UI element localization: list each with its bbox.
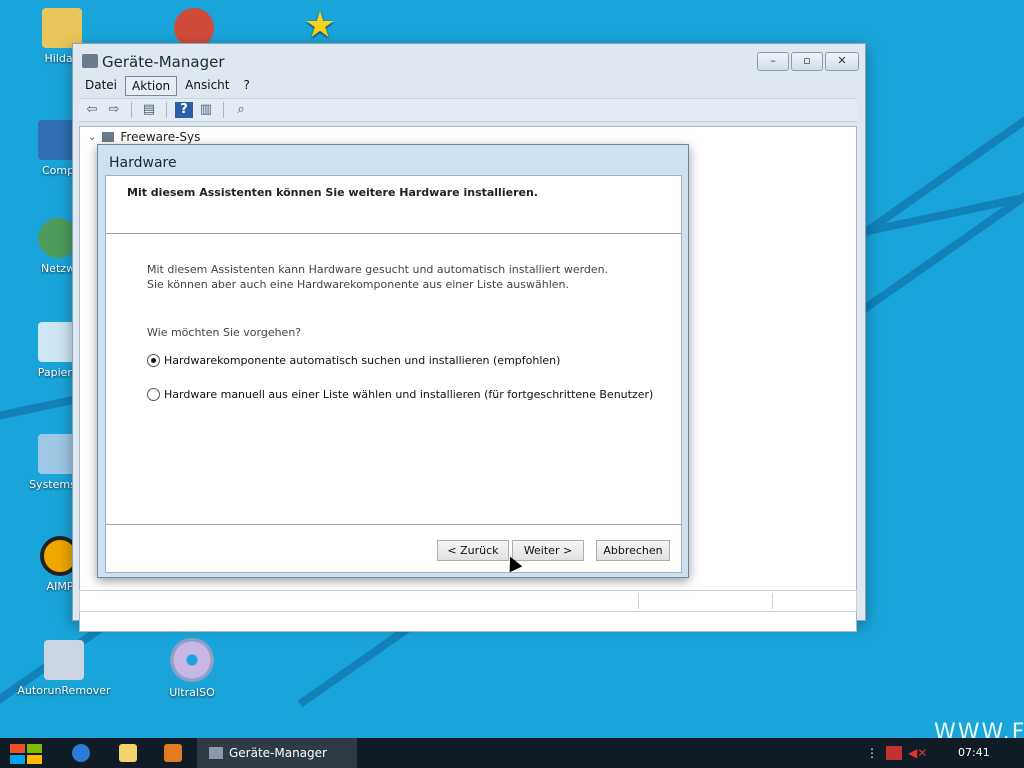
status-divider [772,593,773,609]
autorun-remover-icon [44,640,84,680]
menu-aktion[interactable]: Aktion [125,76,178,96]
hardware-dialog: Hardware Mit diesem Assistenten können S… [97,144,689,578]
scan-hardware-icon[interactable]: ⌕ [232,102,250,118]
taskbar-item-device-manager[interactable]: Geräte-Manager [197,738,357,768]
menu-datei[interactable]: Datei [79,76,123,96]
tree-root-label: Freeware-Sys [120,130,201,144]
taskbar: Geräte-Manager ⋮ ◀✕ 07:41 [0,738,1024,768]
windows-logo-icon [27,755,42,764]
windows-logo-icon [27,744,42,753]
toolbar-separator [166,102,167,118]
radio-manual-install[interactable] [147,388,160,401]
toolbar-separator [223,102,224,118]
media-player-icon[interactable] [164,744,182,762]
option-auto-install[interactable]: Hardwarekomponente automatisch suchen un… [147,354,560,367]
next-button[interactable]: Weiter > [512,540,584,561]
start-button[interactable] [10,744,42,764]
desktop-icon-label: UltraISO [169,686,215,699]
chevron-down-icon[interactable]: ⌄ [88,132,96,143]
dialog-description: Mit diesem Assistenten kann Hardware ges… [147,263,609,291]
option-auto-install-label: Hardwarekomponente automatisch suchen un… [164,354,561,367]
back-button[interactable]: < Zurück [437,540,509,561]
tree-root-node[interactable]: ⌄ Freeware-Sys [88,130,200,144]
toolbar: ⇦ ⇨ ▤ ? ▥ ⌕ [79,98,857,122]
windows-logo-icon [10,755,25,764]
option-manual-install-label: Hardware manuell aus einer Liste wählen … [164,388,654,401]
close-button[interactable]: ✕ [825,52,859,71]
back-arrow-icon[interactable]: ⇦ [83,102,101,118]
status-bar [79,590,857,612]
view-icon[interactable]: ▥ [197,102,215,118]
star-icon: ★ [303,5,337,46]
menu-help[interactable]: ? [237,76,255,96]
ccleaner-icon [174,8,214,48]
dialog-question: Wie möchten Sie vorgehen? [147,326,302,339]
dialog-header: Mit diesem Assistenten können Sie weiter… [106,176,681,234]
disc-icon [170,638,214,682]
radio-auto-install[interactable] [147,354,160,367]
tray-overflow-icon[interactable]: ⋮ [866,746,878,760]
dialog-header-text: Mit diesem Assistenten können Sie weiter… [127,186,538,199]
taskbar-item-label: Geräte-Manager [229,746,327,760]
window-title: Geräte-Manager [102,53,225,71]
dialog-body: Mit diesem Assistenten können Sie weiter… [105,175,682,573]
internet-explorer-icon[interactable] [72,744,90,762]
help-icon[interactable]: ? [175,102,193,118]
forward-arrow-icon[interactable]: ⇨ [105,102,123,118]
file-explorer-icon[interactable] [119,744,137,762]
tray-flag-icon[interactable] [886,746,902,760]
user-folder-icon [42,8,82,48]
device-manager-icon [209,747,223,759]
status-divider [638,593,639,609]
desktop-icon-autorun-remover[interactable]: AutorunRemover [16,640,112,697]
dialog-title: Hardware [109,155,177,171]
volume-muted-icon[interactable]: ◀✕ [908,746,927,760]
dialog-footer-divider [106,524,681,525]
option-manual-install[interactable]: Hardware manuell aus einer Liste wählen … [147,388,653,401]
properties-icon[interactable]: ▤ [140,102,158,118]
windows-logo-icon [10,744,25,753]
cancel-button[interactable]: Abbrechen [596,540,670,561]
computer-node-icon [102,132,115,142]
taskbar-clock[interactable]: 07:41 [958,746,990,759]
window-titlebar[interactable]: Geräte-Manager – ▫ ✕ [73,44,865,77]
desktop-icon-ultraiso[interactable]: UltraISO [144,638,240,699]
minimize-button[interactable]: – [757,52,789,71]
menubar: Datei Aktion Ansicht ? [79,76,857,96]
toolbar-separator [131,102,132,118]
maximize-button[interactable]: ▫ [791,52,823,71]
menu-ansicht[interactable]: Ansicht [179,76,235,96]
device-manager-icon [82,54,98,68]
desktop-icon-label: AutorunRemover [17,684,111,697]
